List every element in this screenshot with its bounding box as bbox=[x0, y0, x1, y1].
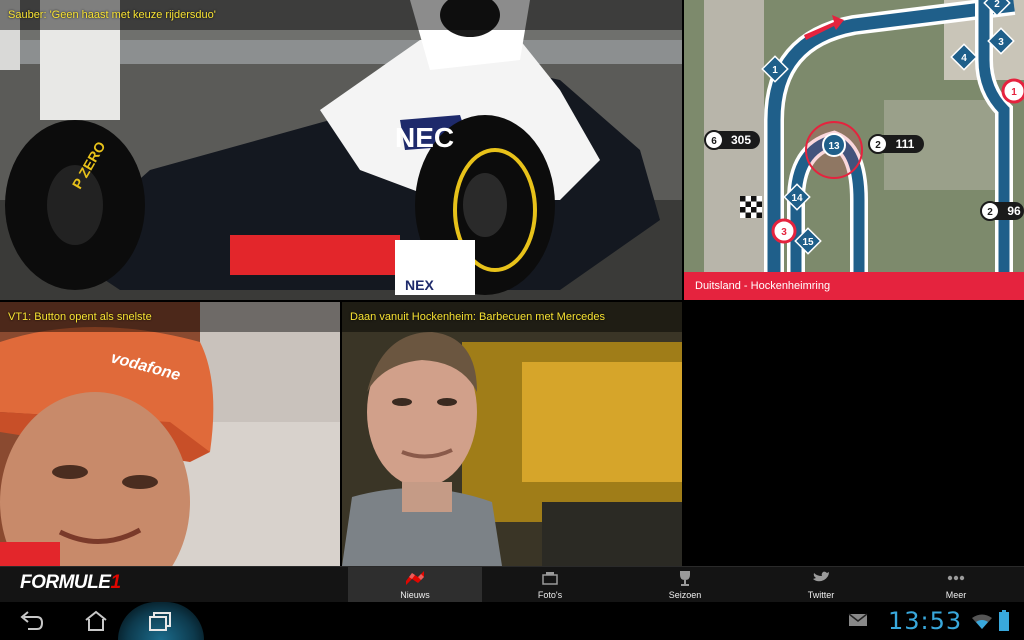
logo-text: FORMULE bbox=[20, 572, 111, 593]
tab-label: Foto's bbox=[537, 590, 563, 600]
formule1-logo[interactable]: FORMULE1 bbox=[20, 570, 121, 596]
news-title-schumacher: Daan vanuit Hockenheim: Barbecuen met Me… bbox=[350, 311, 605, 323]
tab-nieuws[interactable]: Nieuws bbox=[348, 567, 482, 603]
marker-3-label: 3 bbox=[781, 227, 787, 238]
hockenheim-track-map: 1 2 3 4 14 15 13 3 1 6 305 2 111 2 96 bbox=[684, 0, 1024, 300]
more-dots-icon bbox=[889, 569, 1023, 589]
news-title-sauber: Sauber: 'Geen haast met keuze rijdersduo… bbox=[8, 9, 216, 21]
schumacher-photo bbox=[342, 302, 682, 566]
tab-twitter[interactable]: Twitter bbox=[754, 567, 888, 603]
tab-fotos[interactable]: Foto's bbox=[483, 567, 617, 603]
battery-icon bbox=[999, 610, 1009, 631]
tab-label: Twitter bbox=[807, 590, 835, 600]
car-sponsor-text: NEC bbox=[395, 122, 454, 153]
news-tile-schumacher[interactable]: Daan vanuit Hockenheim: Barbecuen met Me… bbox=[342, 302, 682, 566]
logo-number: 1 bbox=[110, 572, 121, 593]
marker-13-label: 13 bbox=[828, 141, 840, 152]
app-action-bar: FORMULE1 Nieuws Foto's Seizoen Twitter M… bbox=[0, 566, 1024, 603]
tab-label: Meer bbox=[945, 590, 967, 600]
news-tile-button[interactable]: vodafone VT1: Button opent als snelste bbox=[0, 302, 340, 566]
recent-apps-button[interactable] bbox=[130, 602, 190, 640]
photo-icon bbox=[483, 569, 617, 589]
wifi-icon bbox=[972, 614, 992, 629]
corner-15-label: 15 bbox=[802, 237, 814, 248]
corner-2-label: 2 bbox=[994, 0, 1000, 10]
speed-b-gear: 2 bbox=[875, 140, 881, 151]
marker-1-label: 1 bbox=[1011, 87, 1017, 98]
status-clock: 13:53 bbox=[888, 607, 963, 635]
recent-apps-icon bbox=[149, 612, 171, 631]
speed-c-gear: 2 bbox=[987, 207, 993, 218]
speed-a-gear: 6 bbox=[711, 136, 717, 147]
sauber-car-photo: NEC P ZERO NEX bbox=[0, 0, 682, 300]
speed-c-value: 96 bbox=[1007, 204, 1021, 218]
home-icon bbox=[85, 610, 107, 631]
trophy-icon bbox=[618, 569, 752, 589]
news-title-button: VT1: Button opent als snelste bbox=[8, 311, 152, 323]
speed-a-value: 305 bbox=[731, 133, 751, 147]
home-button[interactable] bbox=[66, 602, 126, 640]
mail-icon[interactable] bbox=[848, 612, 868, 628]
car-nose-text: NEX bbox=[405, 277, 434, 293]
circuit-map-tile[interactable]: 1 2 3 4 14 15 13 3 1 6 305 2 111 2 96 Du… bbox=[684, 0, 1024, 300]
tab-meer[interactable]: Meer bbox=[889, 567, 1023, 603]
speed-b-value: 111 bbox=[896, 137, 915, 151]
back-icon bbox=[20, 611, 44, 630]
corner-14-label: 14 bbox=[791, 193, 803, 204]
empty-tile bbox=[684, 302, 1024, 566]
corner-1-label: 1 bbox=[772, 65, 778, 76]
tab-seizoen[interactable]: Seizoen bbox=[618, 567, 752, 603]
circuit-title: Duitsland - Hockenheimring bbox=[695, 280, 831, 292]
news-tile-sauber[interactable]: NEC P ZERO NEX Sauber: 'Geen haast met k… bbox=[0, 0, 682, 300]
corner-3-label: 3 bbox=[998, 37, 1004, 48]
tab-label: Seizoen bbox=[668, 590, 702, 600]
bird-icon bbox=[754, 569, 888, 589]
corner-4-label: 4 bbox=[961, 53, 967, 64]
back-button[interactable] bbox=[2, 602, 62, 640]
system-navigation-bar: 13:53 bbox=[0, 602, 1024, 640]
checkered-flag-icon bbox=[348, 569, 482, 589]
button-photo: vodafone bbox=[0, 302, 340, 566]
tab-label: Nieuws bbox=[400, 590, 430, 600]
